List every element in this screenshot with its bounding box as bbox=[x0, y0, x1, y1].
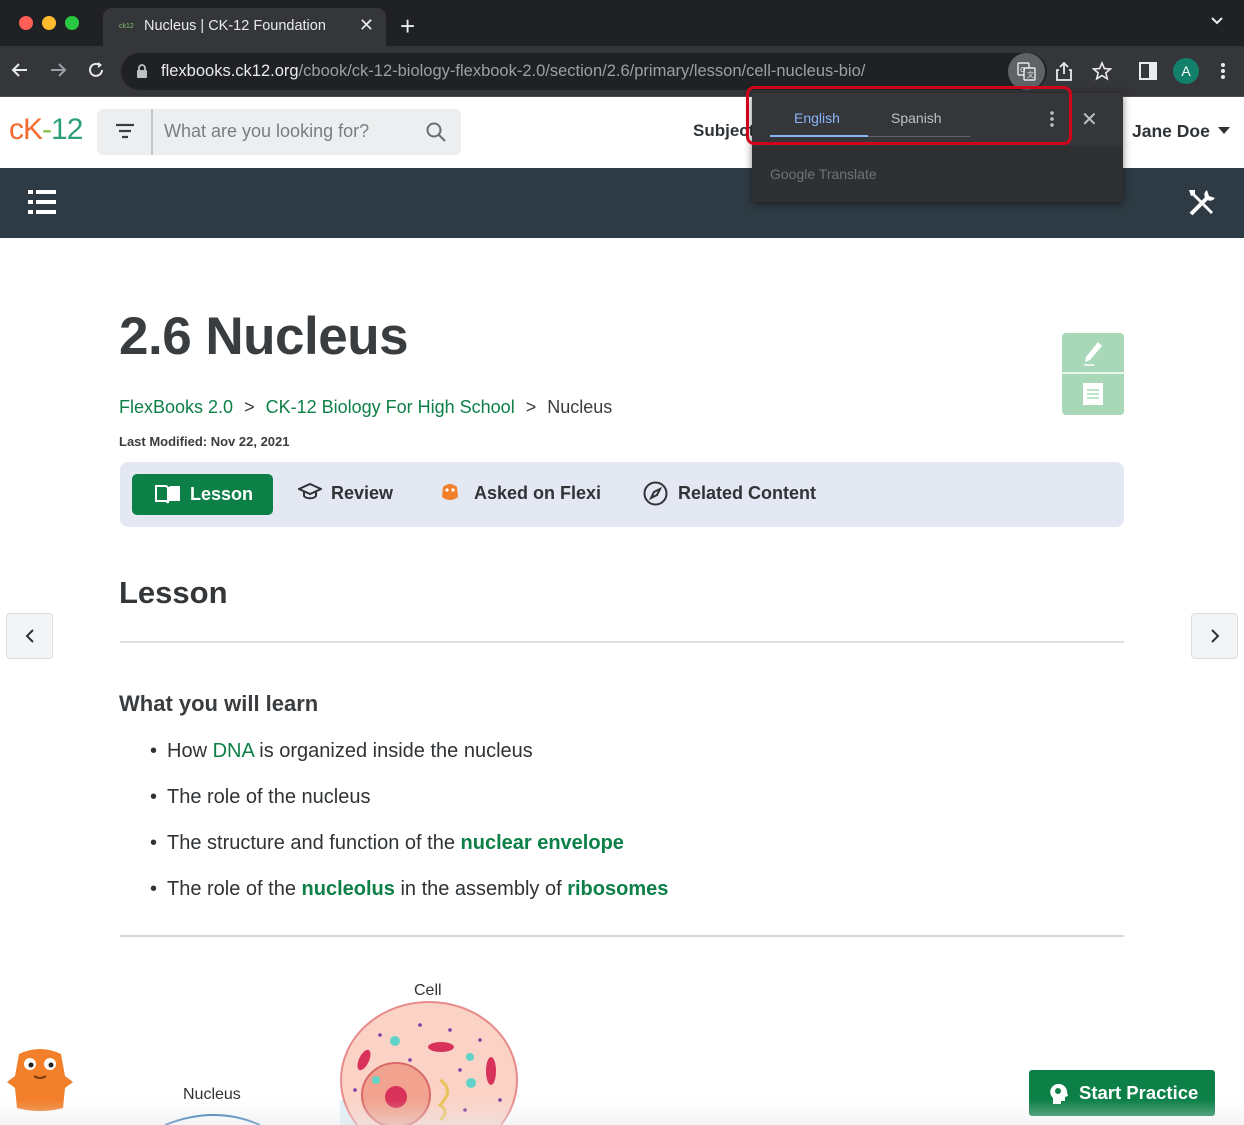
previous-lesson-button[interactable] bbox=[6, 613, 53, 659]
notes-widget[interactable] bbox=[1062, 333, 1124, 415]
term-nuclear-envelope[interactable]: nuclear envelope bbox=[461, 832, 624, 854]
tab-lesson-label: Lesson bbox=[190, 484, 254, 504]
window-zoom-button[interactable] bbox=[65, 16, 79, 30]
table-of-contents-icon[interactable] bbox=[28, 189, 56, 215]
compass-icon bbox=[643, 481, 668, 506]
tools-icon[interactable] bbox=[1187, 188, 1217, 218]
list-item: How DNA is organized inside the nucleus bbox=[150, 740, 668, 786]
notes-icon[interactable] bbox=[1083, 383, 1103, 405]
tab-search-chevron-icon[interactable] bbox=[1210, 14, 1224, 28]
star-icon[interactable] bbox=[1092, 61, 1112, 81]
list-item: The role of the nucleus bbox=[150, 786, 668, 832]
side-panel-icon[interactable] bbox=[1139, 62, 1157, 80]
figure-label-cell: Cell bbox=[414, 982, 442, 999]
tab-related-content[interactable]: Related Content bbox=[678, 483, 816, 504]
address-bar[interactable]: flexbooks.ck12.org/cbook/ck-12-biology-f… bbox=[121, 53, 1047, 90]
chevron-left-icon bbox=[25, 629, 34, 643]
breadcrumb: FlexBooks 2.0 > CK-12 Biology For High Sch… bbox=[119, 397, 612, 418]
widget-divider bbox=[1062, 372, 1124, 374]
start-practice-button[interactable]: Start Practice bbox=[1029, 1070, 1215, 1116]
profile-avatar[interactable]: A bbox=[1173, 58, 1199, 84]
back-icon[interactable] bbox=[10, 60, 30, 80]
term-nucleolus[interactable]: nucleolus bbox=[302, 878, 395, 900]
caret-down-icon bbox=[1217, 127, 1230, 134]
reload-icon[interactable] bbox=[86, 60, 106, 80]
breadcrumb-current: Nucleus bbox=[547, 397, 613, 417]
breadcrumb-separator: > bbox=[525, 397, 537, 417]
cell-diagram bbox=[164, 1001, 518, 1125]
section-divider bbox=[120, 641, 1124, 643]
brain-head-icon bbox=[1050, 1083, 1068, 1104]
annotation-highlight-box bbox=[746, 86, 1072, 145]
svg-text:文: 文 bbox=[1027, 70, 1034, 79]
graduation-cap-icon bbox=[298, 482, 322, 500]
tab-asked-on-flexi[interactable]: Asked on Flexi bbox=[474, 483, 601, 504]
lock-icon[interactable] bbox=[136, 64, 148, 78]
flexi-icon bbox=[442, 484, 458, 500]
tab-favicon-icon: ck12 bbox=[119, 23, 134, 30]
user-menu[interactable]: Jane Doe bbox=[1132, 121, 1230, 142]
share-icon[interactable] bbox=[1055, 61, 1073, 81]
breadcrumb-separator: > bbox=[244, 397, 255, 417]
tab-close-icon[interactable]: ✕ bbox=[359, 15, 374, 36]
url-text: flexbooks.ck12.org/cbook/ck-12-biology-f… bbox=[161, 62, 866, 80]
browser-tab-bar: ck12 Nucleus | CK-12 Foundation ✕ + bbox=[0, 0, 1244, 46]
ck12-logo[interactable]: cK-12 bbox=[9, 113, 83, 147]
search-input[interactable]: What are you looking for? bbox=[164, 121, 369, 142]
list-item: The structure and function of the nuclea… bbox=[150, 832, 668, 878]
translate-button[interactable]: G文 bbox=[1008, 53, 1045, 90]
book-icon bbox=[155, 485, 180, 504]
browser-tab[interactable]: ck12 Nucleus | CK-12 Foundation ✕ bbox=[103, 8, 386, 46]
tab-review[interactable]: Review bbox=[331, 483, 393, 504]
learning-objectives-list: How DNA is organized inside the nucleus … bbox=[150, 740, 668, 924]
translate-icon: G文 bbox=[1017, 62, 1036, 81]
section-heading: Lesson bbox=[119, 575, 228, 610]
last-modified-date: Last Modified: Nov 22, 2021 bbox=[119, 434, 290, 449]
next-lesson-button[interactable] bbox=[1191, 613, 1238, 659]
list-item: The role of the nucleolus in the assembl… bbox=[150, 878, 668, 924]
term-ribosomes[interactable]: ribosomes bbox=[567, 878, 668, 900]
google-translate-label: Google Translate bbox=[770, 166, 877, 182]
tab-title: Nucleus | CK-12 Foundation bbox=[144, 18, 326, 34]
search-bar: What are you looking for? bbox=[97, 109, 461, 155]
filter-icon bbox=[116, 123, 134, 139]
subjects-menu[interactable]: Subjects bbox=[693, 121, 753, 141]
new-tab-button[interactable]: + bbox=[400, 13, 415, 39]
menu-icon[interactable] bbox=[1220, 62, 1226, 80]
search-icon[interactable] bbox=[426, 122, 446, 142]
window-close-button[interactable] bbox=[19, 16, 33, 30]
window-minimize-button[interactable] bbox=[42, 16, 56, 30]
tab-lesson[interactable]: Lesson bbox=[132, 474, 273, 515]
svg-text:G: G bbox=[1020, 66, 1025, 74]
breadcrumb-link-flexbooks[interactable]: FlexBooks 2.0 bbox=[119, 397, 233, 417]
search-filter-button[interactable] bbox=[97, 109, 153, 155]
learning-objectives-heading: What you will learn bbox=[119, 691, 319, 716]
flexi-mascot-icon[interactable] bbox=[7, 1046, 73, 1112]
term-link-dna[interactable]: DNA bbox=[213, 740, 254, 762]
content-tabs: Lesson Review Asked on Flexi Related Con… bbox=[120, 462, 1124, 527]
content-divider bbox=[120, 935, 1124, 937]
forward-icon[interactable] bbox=[48, 60, 68, 80]
pen-icon[interactable] bbox=[1082, 340, 1104, 366]
start-practice-label: Start Practice bbox=[1079, 1082, 1199, 1103]
translate-close-icon[interactable]: ✕ bbox=[1081, 107, 1098, 132]
breadcrumb-link-biology[interactable]: CK-12 Biology For High School bbox=[266, 397, 515, 417]
page-title: 2.6 Nucleus bbox=[119, 307, 409, 366]
chevron-right-icon bbox=[1211, 629, 1220, 643]
